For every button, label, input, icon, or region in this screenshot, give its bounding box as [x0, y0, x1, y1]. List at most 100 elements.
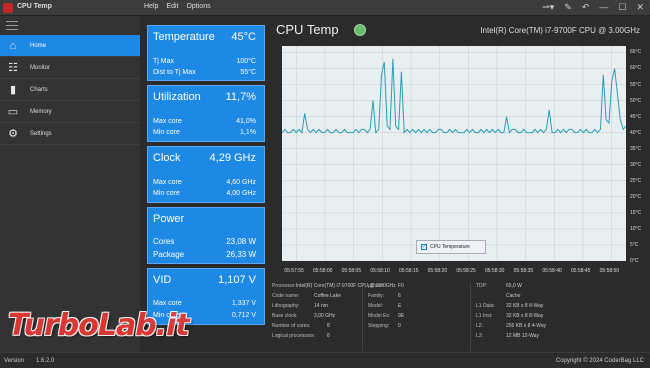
utilization-max-label: Max core	[153, 118, 182, 125]
sidebar-item-settings[interactable]: ⚙ Settings	[0, 123, 140, 145]
x-tick-label: 05:58:05	[341, 268, 362, 274]
x-tick-label: 05:58:25	[456, 268, 476, 274]
y-tick-label: 55°C	[630, 81, 642, 88]
clock-min-label: Min core	[153, 190, 180, 197]
y-tick-label: 60°C	[630, 65, 642, 72]
sidebar-item-monitor[interactable]: ☷ Monitor	[0, 57, 140, 79]
minimize-button[interactable]: —	[599, 2, 608, 13]
menu-options[interactable]: Options	[186, 3, 210, 10]
info-value: 8	[327, 333, 330, 339]
menu-bar: Help Edit Options	[144, 3, 211, 10]
monitor-icon: ☷	[8, 62, 18, 74]
info-value: 0	[398, 323, 401, 329]
vid-max-value: 1,337 V	[231, 300, 256, 307]
utilization-min-label: Min core	[153, 129, 180, 136]
info-label: Lithography:	[272, 303, 300, 309]
hamburger-menu-icon[interactable]	[6, 21, 18, 30]
info-label: Code name:	[272, 293, 300, 299]
vid-max-row: Max core 1,337 V	[153, 300, 256, 307]
legend-label: CPU Temperature	[430, 244, 470, 250]
y-tick-label: 65°C	[630, 49, 642, 56]
tjmax-value: 100°C	[236, 58, 256, 65]
series-line-cpu-temperature	[281, 58, 627, 134]
chart-legend[interactable]: ✓ CPU Temperature	[416, 240, 486, 254]
y-tick-label: 50°C	[630, 97, 642, 104]
info-label: L1 Inst:	[476, 313, 493, 319]
info-col-1: Processor: Intel(R) Core(TM) i7-9700F CPU…	[272, 283, 396, 343]
pin-dropdown-icon[interactable]: ⇀▾	[542, 2, 554, 13]
info-value: 12 MB 12-Way	[506, 333, 539, 339]
status-bar: Version 1.6.2.0 Copyright © 2024 CoderBa…	[0, 352, 650, 368]
power-package-label: Package	[153, 250, 185, 259]
window-title: CPU Temp	[17, 3, 52, 10]
y-tick-label: 25°C	[630, 177, 642, 184]
vid-value: 1,107 V	[218, 274, 256, 286]
sidebar-item-charts[interactable]: ▮ Charts	[0, 79, 140, 101]
memory-icon: ▭	[7, 106, 19, 118]
info-value: 32 KB x 8 8-Way	[506, 313, 544, 319]
maximize-button[interactable]: ☐	[618, 2, 626, 13]
watermark-logo: TurboLab.it	[8, 308, 190, 343]
y-tick-label: 0°C	[630, 258, 639, 264]
vid-max-label: Max core	[153, 300, 182, 307]
info-label: L2:	[476, 323, 483, 329]
close-button[interactable]: ✕	[636, 2, 644, 13]
sidebar: ⌂ Home ☷ Monitor ▮ Charts ▭ Memory ⚙ Set…	[0, 16, 140, 352]
info-label: Family:	[368, 293, 385, 299]
sidebar-item-label: Settings	[30, 130, 52, 137]
utilization-max-row: Max core 41,0%	[153, 118, 256, 125]
sidebar-item-memory[interactable]: ▭ Memory	[0, 101, 140, 123]
info-value: 14 nm	[314, 303, 328, 309]
power-cores-value: 23,08 W	[226, 237, 256, 246]
vid-title: VID	[153, 274, 172, 286]
power-cores-label: Cores	[153, 237, 175, 246]
sidebar-item-home[interactable]: ⌂ Home	[0, 35, 140, 57]
app-window: CPU Temp Help Edit Options ⇀▾ ✎ ↶ — ☐ ✕ …	[0, 0, 650, 368]
x-tick-label: 05:58:30	[485, 268, 505, 274]
menu-edit[interactable]: Edit	[166, 3, 178, 10]
version-value: 1.6.2.0	[36, 358, 55, 364]
info-value: Coffee Lake	[314, 293, 341, 299]
temperature-title: Temperature	[153, 31, 215, 43]
info-label: Stepping:	[368, 323, 390, 329]
clock-title: Clock	[153, 152, 181, 164]
temperature-value: 45°C	[231, 31, 256, 43]
x-tick-label: 05:57:55	[284, 268, 304, 274]
power-package-row: Package 26,33 W	[153, 250, 256, 259]
info-label: L3:	[476, 333, 483, 339]
info-label: Base clock:	[272, 313, 298, 319]
chart-title: CPU Temp	[276, 22, 339, 37]
info-label: µCode:	[368, 283, 385, 289]
info-label	[476, 293, 506, 303]
legend-checkbox[interactable]: ✓	[421, 244, 427, 250]
power-title: Power	[153, 213, 185, 225]
undo-icon[interactable]: ↶	[582, 2, 590, 13]
info-label: Processor:	[272, 283, 296, 289]
temperature-chart	[281, 46, 627, 262]
y-tick-label: 5°C	[630, 241, 639, 248]
dist-tjmax-value: 55°C	[240, 69, 256, 76]
y-tick-label: 45°C	[630, 113, 642, 120]
sidebar-item-label: Monitor	[30, 64, 51, 71]
dist-tjmax-label: Dist to Tj Max	[153, 69, 196, 76]
info-value: 8	[327, 323, 330, 329]
utilization-panel: Utilization 11,7% Max core 41,0% Min cor…	[147, 85, 265, 142]
info-value: E	[398, 303, 402, 309]
x-tick-label: 05:58:00	[313, 268, 333, 274]
clock-max-label: Max core	[153, 179, 182, 186]
copyright: Copyright © 2024 CoderBag LLC	[555, 358, 644, 364]
app-logo-icon	[3, 3, 13, 13]
utilization-min-value: 1,1%	[240, 129, 256, 136]
x-tick-label: 05:58:15	[399, 268, 419, 274]
sidebar-item-label: Charts	[30, 86, 48, 93]
info-label: TDP:	[476, 283, 488, 289]
edit-icon[interactable]: ✎	[564, 2, 572, 13]
clock-panel: Clock 4,29 GHz Max core 4,60 GHz Min cor…	[147, 146, 265, 203]
y-tick-label: 40°C	[630, 129, 642, 136]
info-label: Logical processors:	[272, 333, 316, 339]
divider	[362, 283, 363, 351]
info-value: F0	[398, 283, 404, 289]
menu-help[interactable]: Help	[144, 3, 158, 10]
x-tick-label: 05:58:40	[542, 268, 562, 274]
y-tick-label: 35°C	[630, 145, 642, 152]
